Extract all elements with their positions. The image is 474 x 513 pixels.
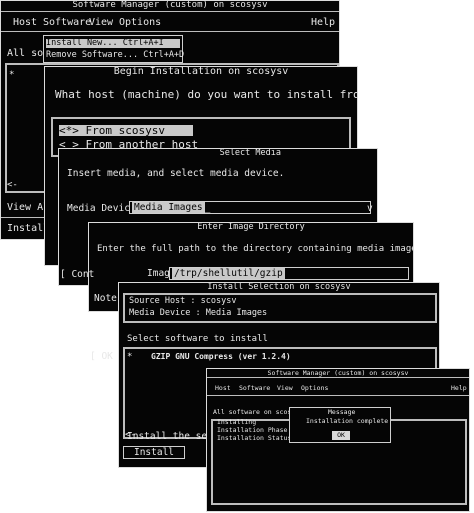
title-underline (207, 377, 469, 378)
menubar-divider (207, 395, 469, 396)
message-title: Message (328, 408, 356, 416)
menu-host[interactable]: Host (215, 385, 231, 392)
menu-item-remove-software[interactable]: Remove Software... Ctrl+A+D (46, 51, 184, 60)
menu-help[interactable]: Help (311, 18, 335, 28)
dialog-title: Begin Installation on scosysv (45, 67, 357, 77)
menu-help[interactable]: Help (451, 385, 467, 392)
installation-status-label: Installation Status (217, 434, 292, 442)
menu-software[interactable]: Software (43, 18, 91, 28)
media-instruction: Insert media, and select media device. (67, 168, 285, 179)
menu-view[interactable]: View (277, 385, 293, 392)
continue-button-partial[interactable]: [ Cont (60, 270, 94, 280)
software-manager-window-front: Software Manager (custom) on scosysv Hos… (206, 368, 470, 512)
chevron-down-icon[interactable]: v (367, 204, 373, 214)
ok-button-partial[interactable]: [ OK (90, 352, 113, 362)
menu-item-install-new[interactable]: Install New... Ctrl+A+I (46, 39, 180, 48)
menu-options[interactable]: Options (301, 385, 328, 392)
host-question: What host (machine) do you want to insta… (55, 88, 358, 101)
media-device-cursor: _ (204, 202, 211, 213)
installation-phase-label: Installation Phase (217, 426, 288, 434)
message-text: Installation complete (306, 417, 389, 425)
dialog-title: Select Media (59, 149, 377, 159)
select-software-label: Select software to install (127, 334, 268, 344)
window-title: Software Manager (custom) on scosysv (1, 1, 339, 11)
window-title: Software Manager (custom) on scosysv (207, 369, 469, 380)
source-host-text: Source Host : scosysv (129, 296, 237, 306)
image-directory-value: /trp/shellutil/gzip (172, 268, 285, 279)
dialog-title: Install Selection on scosysv (119, 283, 439, 293)
message-dialog: Message Installation complete OK (289, 407, 391, 443)
scroll-left-arrow-icon[interactable]: <- (7, 181, 18, 190)
media-device-text: Media Device : Media Images (129, 308, 268, 318)
gzip-list-item[interactable]: GZIP GNU Compress (ver 1.2.4) (151, 353, 291, 361)
menu-host[interactable]: Host (13, 18, 37, 28)
menu-options[interactable]: Options (119, 18, 161, 28)
list-marker: * (9, 70, 15, 80)
item-selected-marker: * (127, 352, 133, 362)
install-button[interactable]: Install (123, 446, 185, 459)
installing-label: Installing (217, 418, 257, 426)
ok-button[interactable]: OK (332, 431, 350, 440)
image-directory-input[interactable]: /trp/shellutil/gzip (169, 267, 409, 280)
option-from-scosysv[interactable]: <*> From scosysv (59, 125, 193, 136)
directory-instruction: Enter the full path to the directory con… (97, 244, 414, 254)
menu-view[interactable]: View (89, 18, 113, 28)
software-dropdown-menu: Install New... Ctrl+A+I Remove Software.… (43, 35, 184, 63)
dialog-title: Enter Image Directory (89, 223, 413, 233)
menu-software[interactable]: Software (239, 385, 270, 392)
media-device-value: Media Images (132, 202, 205, 213)
media-device-select[interactable]: Media Images _ (129, 201, 371, 214)
menubar-divider (1, 31, 339, 32)
title-underline (1, 11, 339, 12)
